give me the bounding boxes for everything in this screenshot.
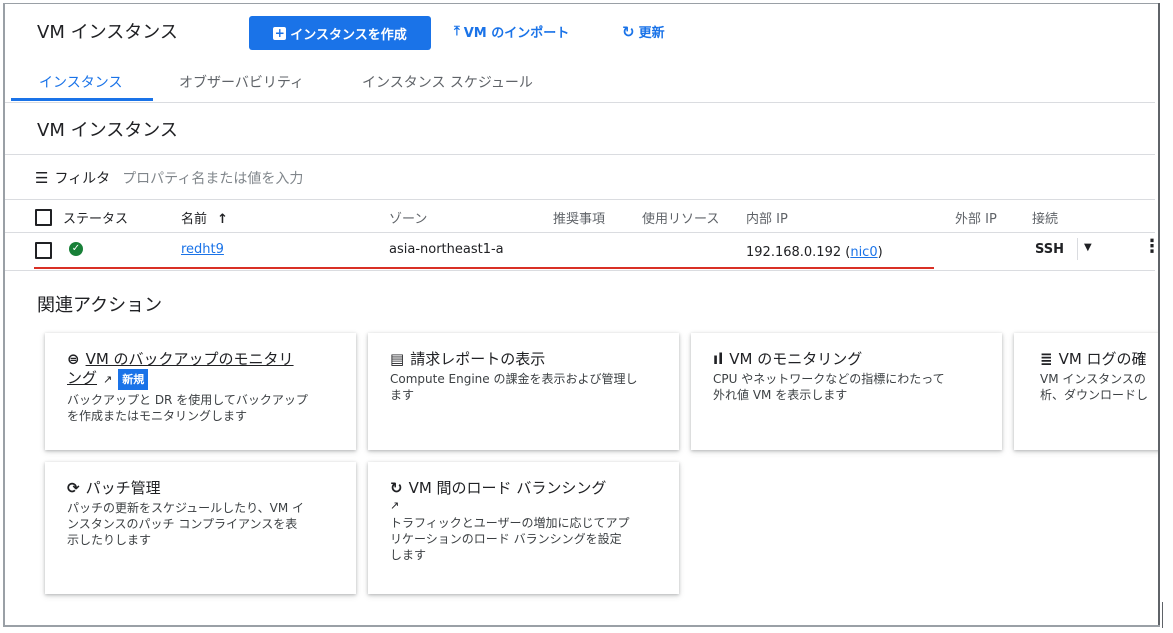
tab-observability[interactable]: オブザーバビリティ: [179, 72, 304, 92]
refresh-button[interactable]: ↻ 更新: [622, 22, 665, 42]
divider: [5, 199, 1155, 200]
card-desc: 示したりします: [67, 533, 152, 547]
filter-icon: ☰: [35, 169, 49, 187]
ssh-button[interactable]: SSH: [1035, 242, 1064, 257]
tab-instances[interactable]: インスタンス: [39, 72, 122, 92]
card-billing-report[interactable]: ▤ 請求レポートの表示 Compute Engine の課金を表示および管理し ま…: [368, 333, 679, 450]
nic-link[interactable]: nic0: [850, 245, 877, 260]
card-title[interactable]: VM のバックアップのモニタリ: [86, 350, 294, 368]
highlight-underline: [34, 267, 934, 269]
card-desc: CPU やネットワークなどの指標にわたって: [713, 372, 945, 386]
top-bar: VM インスタンス + インスタンスを作成 ⤒ VM のインポート ↻ 更新: [5, 4, 1155, 59]
column-zone[interactable]: ゾーン: [389, 208, 427, 227]
card-desc: ンスタンスのパッチ コンプライアンスを表: [67, 517, 298, 531]
card-backup-monitoring[interactable]: ⊜ VM のバックアップのモニタリ ング ↗ 新規 バックアップと DR を使用してバ…: [45, 333, 356, 450]
row-checkbox[interactable]: [35, 242, 52, 259]
list-icon: ≣: [1040, 350, 1053, 368]
create-instance-label: インスタンスを作成: [290, 27, 407, 43]
import-icon: ⤒: [454, 24, 460, 39]
card-desc: 析、ダウンロードし: [1040, 388, 1149, 402]
more-vert-icon[interactable]: ⋮: [1143, 238, 1158, 256]
open-in-new-icon: ↗: [390, 499, 400, 512]
card-desc: トラフィックとユーザーの増加に応じてアプ: [390, 516, 630, 530]
select-all-checkbox[interactable]: [35, 209, 52, 226]
card-desc: パッチの更新をスケジュールしたり、VM イ: [67, 501, 305, 515]
ssh-divider: [1077, 238, 1078, 260]
frame-edge: [4, 625, 1160, 627]
card-title: VM のモニタリング: [729, 350, 863, 368]
filter-label: フィルタ: [54, 171, 111, 187]
sync-icon: ↻: [390, 479, 403, 497]
filter-bar[interactable]: ☰ フィルタ プロパティ名または値を入力: [35, 168, 303, 188]
arrow-up-icon: ↑: [217, 212, 229, 227]
active-tab-indicator: [11, 98, 153, 101]
related-actions-title: 関連アクション: [37, 295, 163, 316]
card-patch-management[interactable]: ⟳ パッチ管理 パッチの更新をスケジュールしたり、VM イ ンスタンスのパッチ コ…: [45, 462, 356, 594]
ssh-dropdown-icon[interactable]: ▼: [1084, 242, 1092, 253]
card-desc: バックアップと DR を使用してバックアップ: [67, 393, 308, 407]
patch-icon: ⟳: [67, 479, 80, 497]
divider: [5, 154, 1155, 155]
card-title: 請求レポートの表示: [410, 350, 546, 368]
filter-input[interactable]: プロパティ名または値を入力: [122, 168, 303, 188]
column-in-use[interactable]: 使用リソース: [642, 208, 719, 227]
plus-icon: +: [273, 25, 287, 40]
card-desc: 外れ値 VM を表示します: [713, 388, 848, 402]
card-desc: リケーションのロード バランシングを設定: [390, 532, 622, 546]
card-desc: ます: [390, 388, 415, 402]
divider: [5, 232, 1155, 233]
tab-instance-schedule[interactable]: インスタンス スケジュール: [362, 72, 533, 92]
frame-edge: [1162, 602, 1163, 628]
refresh-label: 更新: [638, 26, 665, 41]
console-panel: VM インスタンス + インスタンスを作成 ⤒ VM のインポート ↻ 更新 イ…: [4, 3, 1158, 627]
card-desc: Compute Engine の課金を表示および管理し: [390, 372, 638, 386]
column-name-label: 名前: [181, 212, 208, 227]
card-title: パッチ管理: [85, 479, 161, 497]
frame-edge: [1158, 3, 1160, 627]
instance-name-link[interactable]: redht9: [181, 242, 224, 257]
card-vm-monitoring[interactable]: ıl VM のモニタリング CPU やネットワークなどの指標にわたって 外れ値 V…: [691, 333, 1002, 450]
status-running-icon: ✓: [69, 242, 83, 256]
billing-icon: ▤: [390, 350, 405, 368]
refresh-icon: ↻: [622, 22, 635, 41]
card-title-cont[interactable]: ング: [67, 369, 97, 387]
new-badge: 新規: [118, 369, 149, 390]
column-internal-ip[interactable]: 内部 IP: [746, 208, 788, 227]
backup-icon: ⊜: [67, 350, 80, 368]
card-title: VM ログの確: [1058, 350, 1147, 368]
page-title: VM インスタンス: [37, 22, 178, 43]
column-name[interactable]: 名前 ↑: [181, 208, 228, 227]
import-vm-button[interactable]: ⤒ VM のインポート: [454, 22, 569, 41]
internal-ip-value: 192.168.0.192: [746, 245, 842, 260]
instance-internal-ip: 192.168.0.192 (nic0): [746, 245, 883, 260]
bar-chart-icon: ıl: [713, 350, 724, 368]
card-load-balancing[interactable]: ↻ VM 間のロード バランシング ↗ トラフィックとユーザーの増加に応じてアプ …: [368, 462, 679, 594]
section-title: VM インスタンス: [37, 120, 178, 141]
card-desc: します: [390, 548, 427, 562]
card-title: VM 間のロード バランシング: [408, 479, 607, 497]
open-in-new-icon: ↗: [103, 373, 113, 386]
import-vm-label: VM のインポート: [463, 26, 570, 41]
instance-zone: asia-northeast1-a: [389, 242, 504, 257]
create-instance-button[interactable]: + インスタンスを作成: [249, 16, 431, 50]
divider: [5, 270, 1155, 271]
card-vm-logs[interactable]: ≣ VM ログの確 VM インスタンスの 析、ダウンロードし: [1014, 333, 1158, 450]
column-recommendation[interactable]: 推奨事項: [553, 208, 605, 227]
column-status[interactable]: ステータス: [63, 208, 128, 227]
tab-bar: インスタンス オブザーバビリティ インスタンス スケジュール: [5, 59, 1155, 103]
card-desc: VM インスタンスの: [1040, 372, 1146, 386]
column-external-ip[interactable]: 外部 IP: [955, 208, 997, 227]
column-connect[interactable]: 接続: [1032, 208, 1058, 227]
card-desc: を作成またはモニタリングします: [67, 409, 248, 423]
